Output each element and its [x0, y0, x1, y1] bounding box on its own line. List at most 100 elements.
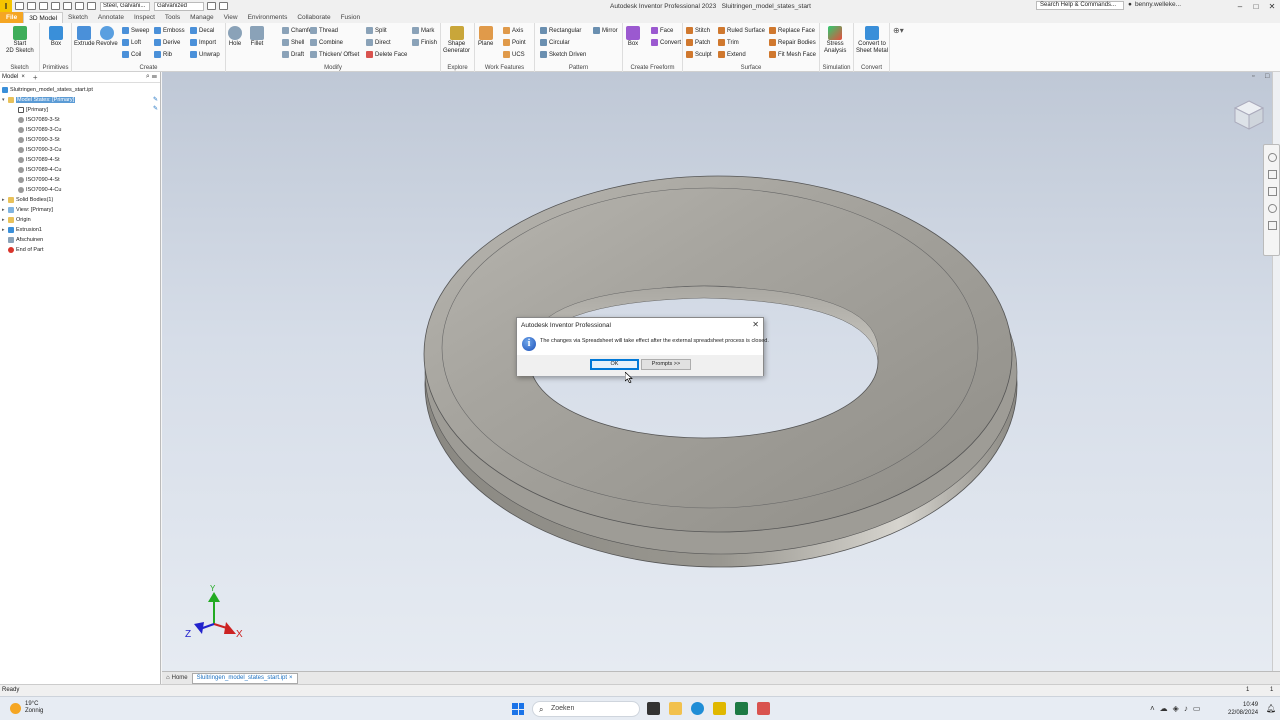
chevron-up-icon[interactable]: ˄ [1150, 704, 1155, 713]
replace-face-button[interactable]: Replace Face [769, 27, 815, 34]
tab-sketch[interactable]: Sketch [63, 12, 93, 23]
ok-button[interactable]: OK [590, 359, 639, 370]
freeform-box-button[interactable]: Box [626, 26, 640, 48]
finish-button[interactable]: Finish [412, 39, 437, 46]
tree-model-state[interactable]: ISO7090-3-Cu [18, 145, 61, 155]
volume-icon[interactable]: ♪ [1184, 704, 1188, 713]
convert-sheet-metal-button[interactable]: Convert to Sheet Metal [856, 26, 888, 55]
tree-origin[interactable]: ▸ Origin [2, 215, 31, 225]
fit-mesh-face-button[interactable]: Fit Mesh Face [769, 51, 816, 58]
inventor-logo-icon[interactable]: I [0, 0, 12, 12]
cloud-icon[interactable]: ☁ [1160, 704, 1168, 713]
shape-generator-button[interactable]: Shape Generator [443, 26, 470, 55]
maximize-icon[interactable]: □ [1248, 0, 1264, 12]
sweep-button[interactable]: Sweep [122, 27, 149, 34]
tree-end-of-part[interactable]: End of Part [8, 245, 44, 255]
tree-solid-bodies[interactable]: ▸ Solid Bodies(1) [2, 195, 53, 205]
excel-icon[interactable] [735, 702, 748, 715]
appearance-dropdown[interactable]: Galvanized [154, 1, 204, 11]
collapse-icon[interactable]: ▾ [2, 97, 7, 103]
hole-button[interactable]: Hole [228, 26, 242, 48]
weather-widget[interactable]: 19°C Zonnig [10, 701, 43, 715]
close-icon[interactable]: ✕ [752, 320, 759, 329]
derive-button[interactable]: Derive [154, 39, 180, 46]
tree-extrusion[interactable]: ▸ Extrusion1 [2, 225, 42, 235]
tab-environments[interactable]: Environments [243, 12, 293, 23]
repair-bodies-button[interactable]: Repair Bodies [769, 39, 816, 46]
parameters-icon[interactable] [207, 2, 216, 10]
close-tab-icon[interactable]: × [289, 673, 293, 684]
expand-icon[interactable]: ▸ [2, 217, 7, 223]
axis-button[interactable]: Axis [503, 27, 523, 34]
tab-home[interactable]: ⌂ Home [162, 673, 192, 684]
zoom-icon[interactable] [1268, 187, 1277, 196]
start-sketch-button[interactable]: Start 2D Sketch [6, 26, 34, 55]
material-dropdown[interactable]: Steel, Galvani... [100, 1, 150, 11]
tree-model-state[interactable]: ISO7090-4-Cu [18, 185, 61, 195]
network-icon[interactable]: ◈ [1173, 704, 1179, 713]
point-button[interactable]: Point [503, 39, 526, 46]
tab-document[interactable]: Sluitringen_model_states_start.ipt × [191, 672, 298, 684]
stress-analysis-button[interactable]: Stress Analysis [824, 26, 846, 55]
new-file-icon[interactable] [15, 2, 24, 10]
notifications-icon[interactable]: 🔔︎ [1266, 704, 1276, 713]
tree-afschuinen[interactable]: Afschuinen [8, 235, 43, 245]
minimize-icon[interactable]: – [1232, 0, 1248, 12]
delete-face-button[interactable]: Delete Face [366, 51, 407, 58]
plane-button[interactable]: Plane [478, 26, 493, 48]
loft-button[interactable]: Loft [122, 39, 141, 46]
clock[interactable]: 10:49 22/08/2024 [1228, 701, 1258, 717]
tab-inspect[interactable]: Inspect [129, 12, 160, 23]
maximize-view-icon[interactable]: □ [1265, 73, 1269, 80]
search-icon[interactable]: ⌕ [146, 73, 150, 80]
edit-pencil-icon[interactable]: ✎ [153, 105, 158, 112]
rib-button[interactable]: Rib [154, 51, 172, 58]
undo-icon[interactable] [51, 2, 60, 10]
tree-model-state[interactable]: ISO7089-4-Cu [18, 165, 61, 175]
tab-file[interactable]: File [0, 12, 24, 23]
tree-model-state[interactable]: [Primary] [18, 105, 48, 115]
tab-3d-model[interactable]: 3D Model [23, 12, 64, 23]
emboss-button[interactable]: Emboss [154, 27, 185, 34]
measure-icon[interactable] [219, 2, 228, 10]
snipping-tool-icon[interactable] [757, 702, 770, 715]
add-browser-icon[interactable]: + [33, 73, 38, 82]
tree-model-state[interactable]: ISO7090-3-St [18, 135, 60, 145]
tab-annotate[interactable]: Annotate [93, 12, 129, 23]
checkbox-icon[interactable] [18, 107, 24, 113]
expand-icon[interactable]: ▸ [2, 227, 7, 233]
edge-browser-icon[interactable] [691, 702, 704, 715]
decal-button[interactable]: Decal [190, 27, 214, 34]
extend-button[interactable]: Extend [718, 51, 746, 58]
direct-button[interactable]: Direct [366, 39, 391, 46]
steering-wheel-icon[interactable] [1268, 153, 1277, 162]
help-search-input[interactable]: Search Help & Commands... [1036, 1, 1124, 10]
tree-model-state[interactable]: ISO7090-4-St [18, 175, 60, 185]
update-icon[interactable] [87, 2, 96, 10]
sketch-driven-button[interactable]: Sketch Driven [540, 51, 586, 58]
tree-model-state[interactable]: ISO7089-3-Cu [18, 125, 61, 135]
ruled-surface-button[interactable]: Ruled Surface [718, 27, 765, 34]
save-icon[interactable] [39, 2, 48, 10]
file-explorer-icon[interactable] [669, 702, 682, 715]
redo-icon[interactable] [63, 2, 72, 10]
orbit-icon[interactable] [1268, 204, 1277, 213]
home-icon[interactable] [75, 2, 84, 10]
viewcube-icon[interactable] [1233, 99, 1265, 131]
box-primitive-button[interactable]: Box [49, 26, 63, 48]
stitch-button[interactable]: Stitch [686, 27, 710, 34]
rectangular-pattern-button[interactable]: Rectangular [540, 27, 581, 34]
revolve-button[interactable]: Revolve [96, 26, 118, 48]
taskbar-search-input[interactable]: ⌕ Zoeken [532, 701, 640, 717]
shell-button[interactable]: Shell [282, 39, 304, 46]
freeform-face-button[interactable]: Face [651, 27, 673, 34]
circular-pattern-button[interactable]: Circular [540, 39, 570, 46]
thread-button[interactable]: Thread [310, 27, 338, 34]
menu-icon[interactable]: ☰ [152, 73, 157, 80]
pan-icon[interactable] [1268, 170, 1277, 179]
expand-icon[interactable]: ▸ [2, 197, 7, 203]
close-tab-icon[interactable]: × [21, 74, 25, 80]
tab-view[interactable]: View [219, 12, 243, 23]
mark-button[interactable]: Mark [412, 27, 434, 34]
import-button[interactable]: Import [190, 39, 216, 46]
